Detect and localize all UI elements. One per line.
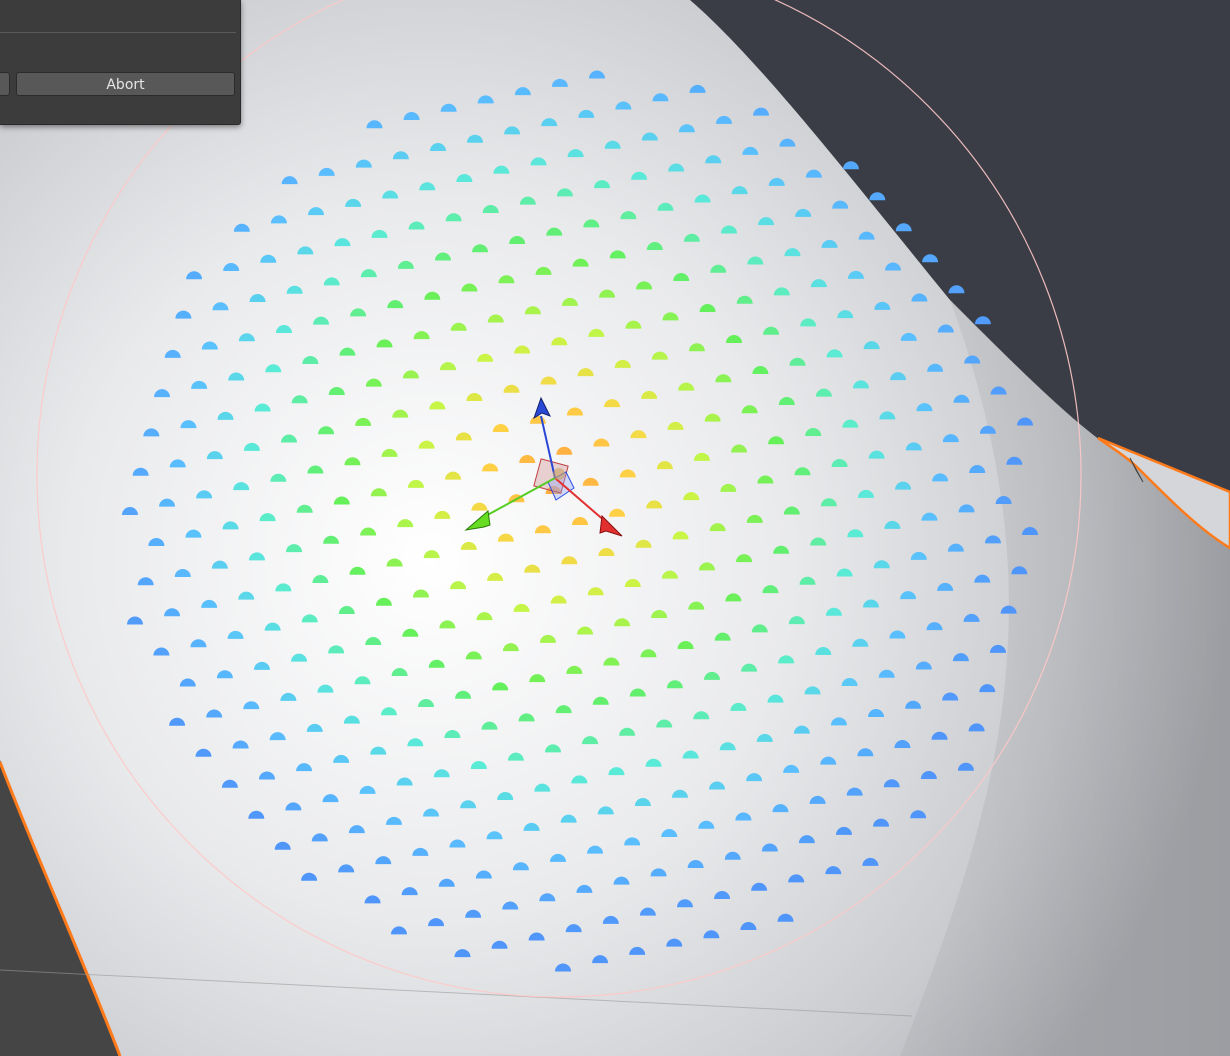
confirm-button[interactable] bbox=[0, 72, 10, 96]
gizmo-center[interactable] bbox=[553, 468, 565, 480]
operation-dialog: Abort bbox=[0, 0, 241, 125]
3d-viewport[interactable] bbox=[0, 0, 1230, 1056]
dialog-separator bbox=[0, 32, 236, 33]
abort-button[interactable]: Abort bbox=[16, 72, 235, 96]
